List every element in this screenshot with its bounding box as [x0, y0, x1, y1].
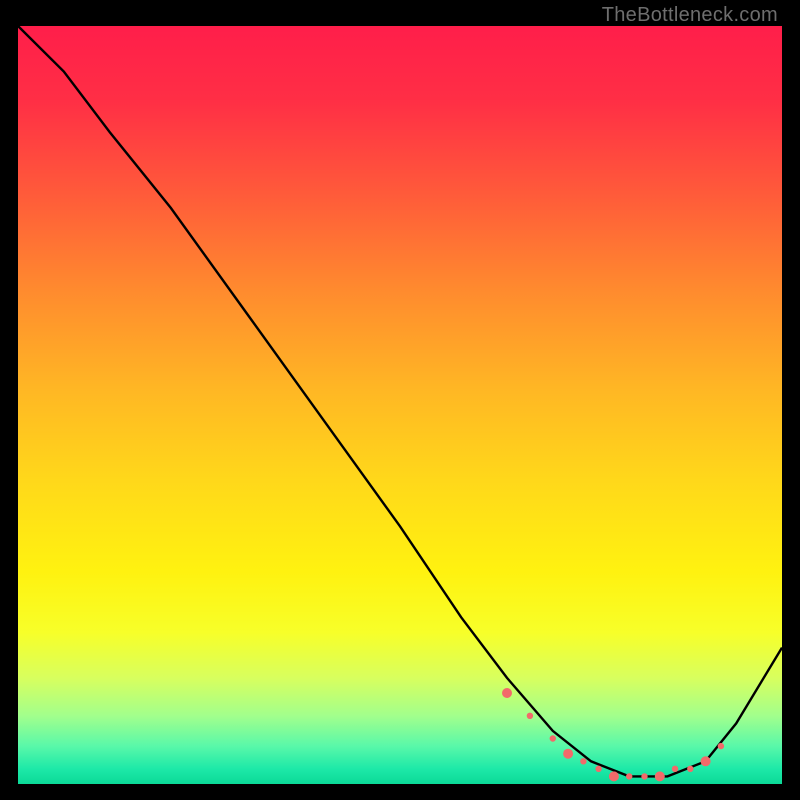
chart-frame: TheBottleneck.com	[0, 0, 800, 800]
marker-point	[655, 771, 665, 781]
marker-point	[609, 771, 619, 781]
marker-point	[595, 766, 601, 772]
marker-point	[718, 743, 724, 749]
chart-svg	[18, 26, 782, 784]
marker-point	[563, 749, 573, 759]
bottleneck-curve	[18, 26, 782, 776]
marker-point	[701, 756, 711, 766]
marker-point	[527, 713, 533, 719]
marker-point	[672, 766, 678, 772]
marker-point	[687, 766, 693, 772]
marker-point	[502, 688, 512, 698]
marker-group	[502, 688, 724, 781]
marker-point	[550, 735, 556, 741]
watermark-text: TheBottleneck.com	[602, 4, 778, 27]
marker-point	[641, 773, 647, 779]
marker-point	[626, 773, 632, 779]
marker-point	[580, 758, 586, 764]
